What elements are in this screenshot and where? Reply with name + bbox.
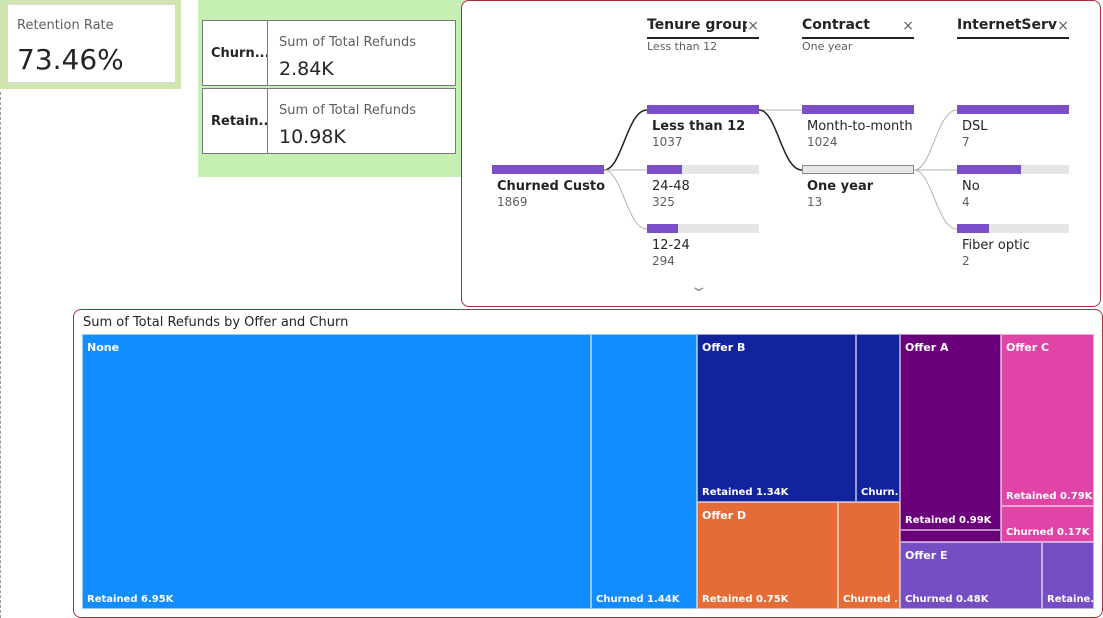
close-icon[interactable]: × <box>747 18 759 34</box>
node-fill <box>492 165 604 174</box>
treemap-tile[interactable] <box>900 530 1001 542</box>
node-name: Fiber optic <box>962 238 1030 253</box>
canvas-edge <box>0 92 1 618</box>
node-count: 13 <box>807 195 823 209</box>
retention-card-highlight: Retention Rate 73.46% <box>0 0 181 89</box>
tile-group-label: Offer B <box>702 341 746 354</box>
refund-row-label: Retain... <box>203 89 268 153</box>
tile-group-label: Offer C <box>1006 341 1050 354</box>
treemap-tile[interactable]: Churn... <box>856 334 900 502</box>
treemap-tile[interactable]: Churned ... <box>838 502 900 609</box>
node-bar <box>802 105 914 114</box>
node-bar <box>647 224 759 233</box>
tree-connectors <box>603 109 958 230</box>
tile-group-label: Offer E <box>905 549 948 562</box>
treemap-tile[interactable]: Offer D Retained 0.75K <box>697 502 838 609</box>
node-count: 7 <box>962 135 970 149</box>
tile-value-label: Retained 6.95K <box>87 594 174 605</box>
tile-value-label: Retained 0.99K <box>905 515 992 526</box>
tile-value-label: Churned 1.44K <box>596 594 680 605</box>
level-header-tenure[interactable]: Tenure groups × <box>647 17 759 39</box>
level-filter: One year <box>802 40 853 53</box>
tile-value-label: Retained 1.34K <box>702 487 789 498</box>
node-bar <box>957 165 1069 174</box>
tile-value-label: Retained 0.75K <box>702 594 789 605</box>
tile-group-label: Offer D <box>702 509 747 522</box>
refund-row-caption: Sum of Total Refunds <box>279 103 416 118</box>
node-count: 294 <box>652 254 675 268</box>
level-filter: Less than 12 <box>647 40 718 53</box>
treemap-visual[interactable]: Sum of Total Refunds by Offer and Churn … <box>73 309 1103 618</box>
node-count: 1037 <box>652 135 683 149</box>
node-fill <box>957 165 1021 174</box>
node-bar <box>802 165 914 174</box>
node-fill <box>647 224 679 233</box>
tile-value-label: Churned 0.48K <box>905 594 989 605</box>
decomposition-tree[interactable]: Tenure groups × Less than 12 Contract × … <box>461 0 1101 307</box>
retention-card[interactable]: Retention Rate 73.46% <box>7 4 176 83</box>
treemap-title: Sum of Total Refunds by Offer and Churn <box>83 315 349 330</box>
refund-row-churned[interactable]: Churn... Sum of Total Refunds 2.84K <box>202 20 456 86</box>
treemap-tile[interactable]: Offer C Retained 0.79K <box>1001 334 1094 506</box>
refund-row-value: 10.98K <box>279 126 346 148</box>
level-header-internet[interactable]: InternetServi... × <box>957 17 1069 39</box>
level-title: Contract <box>802 17 870 33</box>
treemap-tile[interactable]: Churned 1.44K <box>591 334 697 609</box>
chevron-down-icon[interactable]: ⌄ <box>689 279 708 295</box>
node-count: 2 <box>962 254 970 268</box>
tile-group-label: Offer A <box>905 341 949 354</box>
retention-title: Retention Rate <box>17 18 114 33</box>
tile-value-label: Churned 0.17K <box>1006 527 1090 538</box>
node-bar <box>957 105 1069 114</box>
treemap-tile[interactable]: Churned 0.17K <box>1001 506 1094 542</box>
tile-group-label: None <box>87 341 120 354</box>
tile-value-label: Retaine... <box>1047 594 1094 605</box>
refund-row-label: Churn... <box>203 21 268 85</box>
level-title: InternetServi... <box>957 17 1057 33</box>
treemap-tile[interactable]: Retaine... <box>1042 542 1094 609</box>
node-bar <box>647 165 759 174</box>
level-title: Tenure groups <box>647 17 747 33</box>
refund-row-caption: Sum of Total Refunds <box>279 35 416 50</box>
close-icon[interactable]: × <box>902 18 914 34</box>
treemap-tile[interactable]: Offer A Retained 0.99K <box>900 334 1001 530</box>
node-fill <box>647 105 759 114</box>
node-count: 4 <box>962 195 970 209</box>
node-name: Month-to-month <box>807 119 913 134</box>
tile-value-label: Churned ... <box>843 594 900 605</box>
node-count: 1869 <box>497 195 528 209</box>
node-name: 12-24 <box>652 238 690 253</box>
node-bar <box>492 165 604 174</box>
node-name: Less than 12 <box>652 119 746 134</box>
node-name: Churned Custo... <box>497 179 605 194</box>
tile-value-label: Churn... <box>861 487 899 498</box>
retention-value: 73.46% <box>17 43 124 76</box>
node-fill <box>957 224 990 233</box>
node-name: No <box>962 179 980 194</box>
treemap-tile[interactable]: Offer B Retained 1.34K <box>697 334 856 502</box>
node-name: One year <box>807 179 874 194</box>
node-fill <box>957 105 1069 114</box>
refund-row-value: 2.84K <box>279 58 334 80</box>
tile-value-label: Retained 0.79K <box>1006 491 1093 502</box>
treemap-tile[interactable]: None Retained 6.95K <box>82 334 591 609</box>
node-fill <box>802 105 914 114</box>
node-count: 325 <box>652 195 675 209</box>
node-name: DSL <box>962 119 988 134</box>
treemap-tile[interactable]: Offer E Churned 0.48K <box>900 542 1042 609</box>
node-bar <box>957 224 1069 233</box>
node-count: 1024 <box>807 135 838 149</box>
node-fill <box>647 165 682 174</box>
refund-row-retained[interactable]: Retain... Sum of Total Refunds 10.98K <box>202 88 456 154</box>
level-header-contract[interactable]: Contract × <box>802 17 914 39</box>
node-bar <box>647 105 759 114</box>
node-name: 24-48 <box>652 179 690 194</box>
refund-card-panel: Churn... Sum of Total Refunds 2.84K Reta… <box>198 0 473 177</box>
close-icon[interactable]: × <box>1057 18 1069 34</box>
